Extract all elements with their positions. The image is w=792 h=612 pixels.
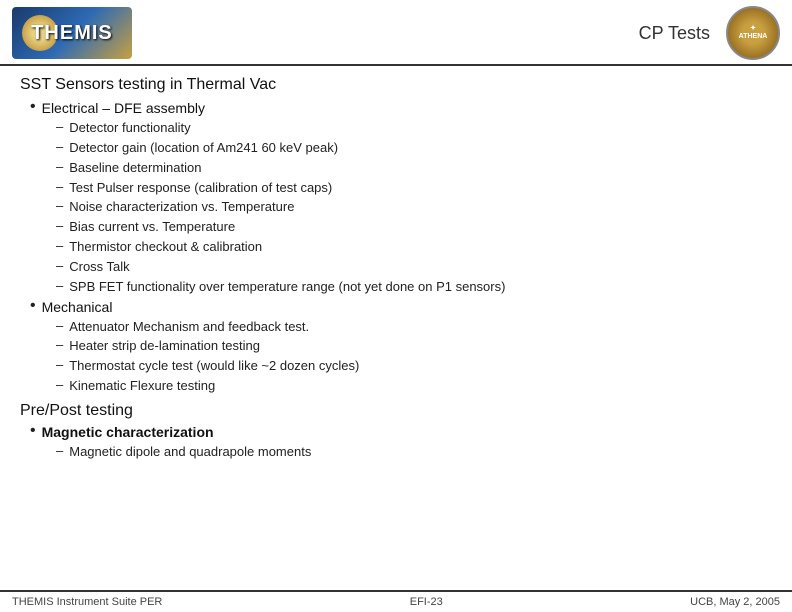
bullet-electrical-label: Electrical – DFE assembly <box>42 100 205 116</box>
list-item: – Bias current vs. Temperature <box>56 218 772 237</box>
sub-text: Magnetic dipole and quadrapole moments <box>69 443 311 462</box>
sub-text: Bias current vs. Temperature <box>69 218 235 237</box>
sub-text: Detector functionality <box>69 119 190 138</box>
dash-icon: – <box>56 119 63 134</box>
sub-text: Heater strip de-lamination testing <box>69 337 260 356</box>
sub-text: Baseline determination <box>69 159 201 178</box>
footer-center: EFI-23 <box>410 596 443 608</box>
dash-icon: – <box>56 278 63 293</box>
footer: THEMIS Instrument Suite PER EFI-23 UCB, … <box>0 590 792 612</box>
footer-left: THEMIS Instrument Suite PER <box>12 596 162 608</box>
badge-circle: ✦ATHENA <box>726 6 780 60</box>
dash-icon: – <box>56 218 63 233</box>
dash-icon: – <box>56 337 63 352</box>
sub-text: Thermostat cycle test (would like ~2 doz… <box>69 357 359 376</box>
list-item: – Test Pulser response (calibration of t… <box>56 179 772 198</box>
bullet-dot-1: • <box>30 98 36 116</box>
list-item: – Noise characterization vs. Temperature <box>56 198 772 217</box>
header-title: CP Tests <box>132 23 726 44</box>
sub-text: SPB FET functionality over temperature r… <box>69 278 505 297</box>
mechanical-sublist: – Attenuator Mechanism and feedback test… <box>56 318 772 396</box>
bullet-magnetic-label: Magnetic characterization <box>42 424 214 440</box>
sub-text: Cross Talk <box>69 258 129 277</box>
bullet-dot-3: • <box>30 422 36 440</box>
bullet-mechanical: • Mechanical <box>30 299 772 315</box>
sub-text: Test Pulser response (calibration of tes… <box>69 179 332 198</box>
sub-text: Kinematic Flexure testing <box>69 377 215 396</box>
dash-icon: – <box>56 258 63 273</box>
dash-icon: – <box>56 179 63 194</box>
badge-text: ✦ATHENA <box>739 25 768 42</box>
dash-icon: – <box>56 318 63 333</box>
dash-icon: – <box>56 139 63 154</box>
list-item: – Magnetic dipole and quadrapole moments <box>56 443 772 462</box>
dash-icon: – <box>56 443 63 458</box>
logo-area: THEMIS <box>12 7 132 59</box>
sub-text: Detector gain (location of Am241 60 keV … <box>69 139 338 158</box>
logo-box: THEMIS <box>12 7 132 59</box>
logo-text: THEMIS <box>31 22 113 45</box>
list-item: – Heater strip de-lamination testing <box>56 337 772 356</box>
list-item: – Cross Talk <box>56 258 772 277</box>
sub-text: Thermistor checkout & calibration <box>69 238 262 257</box>
list-item: – Kinematic Flexure testing <box>56 377 772 396</box>
dash-icon: – <box>56 357 63 372</box>
bullet-mechanical-label: Mechanical <box>42 299 113 315</box>
footer-right: UCB, May 2, 2005 <box>690 596 780 608</box>
dash-icon: – <box>56 238 63 253</box>
dash-icon: – <box>56 377 63 392</box>
list-item: – Attenuator Mechanism and feedback test… <box>56 318 772 337</box>
dash-icon: – <box>56 198 63 213</box>
section1-title: SST Sensors testing in Thermal Vac <box>20 76 772 94</box>
list-item: – SPB FET functionality over temperature… <box>56 278 772 297</box>
list-item: – Thermostat cycle test (would like ~2 d… <box>56 357 772 376</box>
list-item: – Thermistor checkout & calibration <box>56 238 772 257</box>
list-item: – Detector gain (location of Am241 60 ke… <box>56 139 772 158</box>
main-content: SST Sensors testing in Thermal Vac • Ele… <box>0 66 792 470</box>
bullet-electrical: • Electrical – DFE assembly <box>30 100 772 116</box>
dash-icon: – <box>56 159 63 174</box>
list-item: – Detector functionality <box>56 119 772 138</box>
sub-text: Noise characterization vs. Temperature <box>69 198 294 217</box>
header: THEMIS CP Tests ✦ATHENA <box>0 0 792 66</box>
bullet-magnetic: • Magnetic characterization <box>30 424 772 440</box>
sub-text: Attenuator Mechanism and feedback test. <box>69 318 309 337</box>
bullet-dot-2: • <box>30 297 36 315</box>
list-item: – Baseline determination <box>56 159 772 178</box>
electrical-sublist: – Detector functionality – Detector gain… <box>56 119 772 297</box>
section2-title: Pre/Post testing <box>20 402 772 420</box>
magnetic-sublist: – Magnetic dipole and quadrapole moments <box>56 443 772 462</box>
